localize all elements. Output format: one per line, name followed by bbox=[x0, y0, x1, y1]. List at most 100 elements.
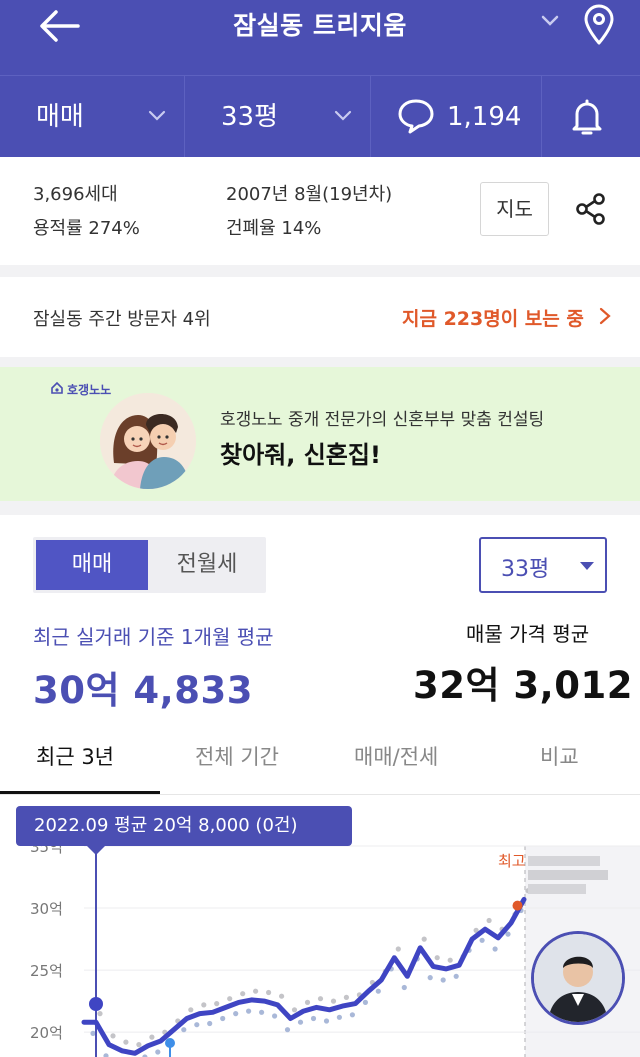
size-select[interactable]: 33평 bbox=[479, 537, 607, 593]
transaction-dot bbox=[123, 1039, 129, 1045]
transaction-dot bbox=[259, 1009, 265, 1015]
chevron-down-icon[interactable] bbox=[540, 14, 560, 28]
comment-count: 1,194 bbox=[447, 102, 522, 132]
avg-price-label: 최근 실거래 기준 1개월 평균 bbox=[33, 625, 274, 649]
high-label: 최고 bbox=[498, 852, 526, 870]
banner-subtitle: 호갱노노 중개 전문가의 신혼부부 맞춤 컨설팅 bbox=[220, 410, 545, 430]
transaction-dot bbox=[447, 957, 453, 963]
transaction-dot bbox=[291, 1007, 298, 1013]
map-button[interactable]: 지도 bbox=[480, 182, 549, 236]
deal-type-dropdown[interactable]: 매매 bbox=[0, 76, 184, 158]
size-label: 33평 bbox=[221, 102, 279, 132]
visitor-rank-row[interactable]: 잠실동 주간 방문자 4위 지금 223명이 보는 중 bbox=[0, 277, 640, 357]
chevron-right-icon bbox=[599, 307, 611, 325]
transaction-dot bbox=[227, 996, 233, 1002]
chevron-down-icon bbox=[334, 110, 352, 121]
period-tabs: 최근 3년 전체 기간 매매/전세 비교 bbox=[0, 725, 640, 795]
share-icon[interactable] bbox=[574, 192, 608, 226]
transaction-dot bbox=[220, 1015, 226, 1022]
transaction-dot bbox=[253, 988, 259, 994]
speech-bubble-icon bbox=[398, 99, 434, 134]
transaction-dot bbox=[343, 994, 349, 1000]
listing-price-value: 32억 3,012 bbox=[413, 664, 633, 707]
transaction-dot bbox=[427, 975, 433, 981]
transaction-dot bbox=[362, 999, 368, 1005]
listing-price-label: 매물 가격 평균 bbox=[466, 622, 590, 646]
households-text: 3,696세대 bbox=[33, 184, 118, 205]
transaction-dot bbox=[194, 1022, 200, 1028]
map-pin-icon[interactable] bbox=[582, 4, 616, 46]
transaction-dot bbox=[214, 1001, 220, 1007]
comments-button[interactable]: 1,194 bbox=[371, 76, 541, 158]
section-divider bbox=[0, 501, 640, 515]
transaction-dot bbox=[486, 917, 492, 924]
transaction-dot bbox=[336, 1014, 342, 1020]
toggle-rent[interactable]: 전월세 bbox=[151, 540, 263, 590]
transaction-dot bbox=[103, 1053, 109, 1057]
consulting-banner[interactable]: 호갱노노 호갱노노 중개 전문가의 신혼부부 맞춤 컨설팅 찾아줘, 신혼집! bbox=[0, 367, 640, 501]
divider bbox=[541, 76, 542, 158]
blurred-listing bbox=[528, 884, 586, 894]
transaction-dot bbox=[207, 1020, 213, 1027]
y-tick-label: 25억 bbox=[30, 962, 63, 980]
transaction-dot bbox=[434, 955, 440, 961]
transaction-dot bbox=[136, 1042, 142, 1048]
tab-compare[interactable]: 비교 bbox=[540, 741, 579, 771]
banner-title: 찾아줘, 신혼집! bbox=[220, 441, 381, 469]
size-select-value: 33평 bbox=[501, 557, 550, 582]
transaction-dot bbox=[284, 1027, 291, 1033]
deal-type-label: 매매 bbox=[36, 102, 84, 132]
transaction-dot bbox=[479, 937, 485, 943]
transaction-dot bbox=[375, 988, 381, 994]
transaction-dot bbox=[492, 946, 498, 952]
transaction-dot bbox=[317, 996, 324, 1002]
cursor-point bbox=[89, 997, 103, 1011]
transaction-dot bbox=[149, 1034, 155, 1040]
transaction-dot bbox=[181, 1027, 187, 1033]
built-year-text: 2007년 8월(19년차) bbox=[226, 184, 393, 205]
high-point bbox=[512, 900, 523, 911]
chevron-down-icon bbox=[148, 110, 166, 121]
transaction-dot bbox=[304, 999, 311, 1005]
filter-bar: 매매 33평 1,194 bbox=[0, 75, 640, 158]
y-tick-label: 30억 bbox=[30, 900, 63, 918]
toggle-sale[interactable]: 매매 bbox=[36, 540, 148, 590]
top-app-bar: 잠실동 트리지움 bbox=[0, 0, 640, 75]
transaction-dot bbox=[188, 1007, 194, 1013]
transaction-dot bbox=[272, 1013, 278, 1019]
brand-home-icon bbox=[51, 381, 63, 394]
complex-info: 3,696세대 용적률 274% 2007년 8월(19년차) 건폐율 14% … bbox=[0, 157, 640, 265]
transaction-dot bbox=[240, 991, 246, 997]
transaction-dot bbox=[323, 1018, 330, 1024]
transaction-dot bbox=[421, 936, 427, 942]
blurred-listing bbox=[528, 870, 608, 880]
transaction-dot bbox=[395, 946, 401, 952]
transaction-dot bbox=[297, 1019, 304, 1025]
size-dropdown[interactable]: 33평 bbox=[185, 76, 370, 158]
transaction-dot bbox=[349, 1012, 355, 1018]
couple-illustration bbox=[100, 393, 196, 489]
transaction-dot bbox=[97, 1011, 103, 1017]
transaction-dot bbox=[155, 1049, 161, 1055]
complex-title: 잠실동 트리지움 bbox=[233, 11, 407, 40]
tab-sale-lease[interactable]: 매매/전세 bbox=[354, 741, 438, 771]
avg-price-value: 30억 4,833 bbox=[33, 669, 253, 712]
live-viewers-text: 지금 223명이 보는 중 bbox=[402, 308, 584, 330]
transaction-dot bbox=[233, 1011, 239, 1017]
transaction-dot bbox=[246, 1008, 252, 1014]
bell-icon[interactable] bbox=[570, 98, 604, 136]
tab-all-period[interactable]: 전체 기간 bbox=[195, 741, 279, 771]
tab-recent-3y[interactable]: 최근 3년 bbox=[36, 741, 114, 771]
blurred-listing bbox=[528, 856, 600, 866]
far-text: 용적률 274% bbox=[33, 218, 140, 239]
active-tab-indicator bbox=[0, 791, 160, 794]
transaction-dot bbox=[110, 1033, 116, 1039]
section-divider bbox=[0, 357, 640, 367]
agent-avatar-button[interactable] bbox=[531, 931, 625, 1025]
section-divider bbox=[0, 265, 640, 277]
transaction-dot bbox=[90, 1030, 96, 1036]
chart-tooltip: 2022.09 평균 20억 8,000 (0건) bbox=[16, 806, 352, 846]
transaction-dot bbox=[330, 998, 337, 1004]
transaction-dot bbox=[310, 1015, 317, 1022]
transaction-dot bbox=[279, 993, 285, 999]
